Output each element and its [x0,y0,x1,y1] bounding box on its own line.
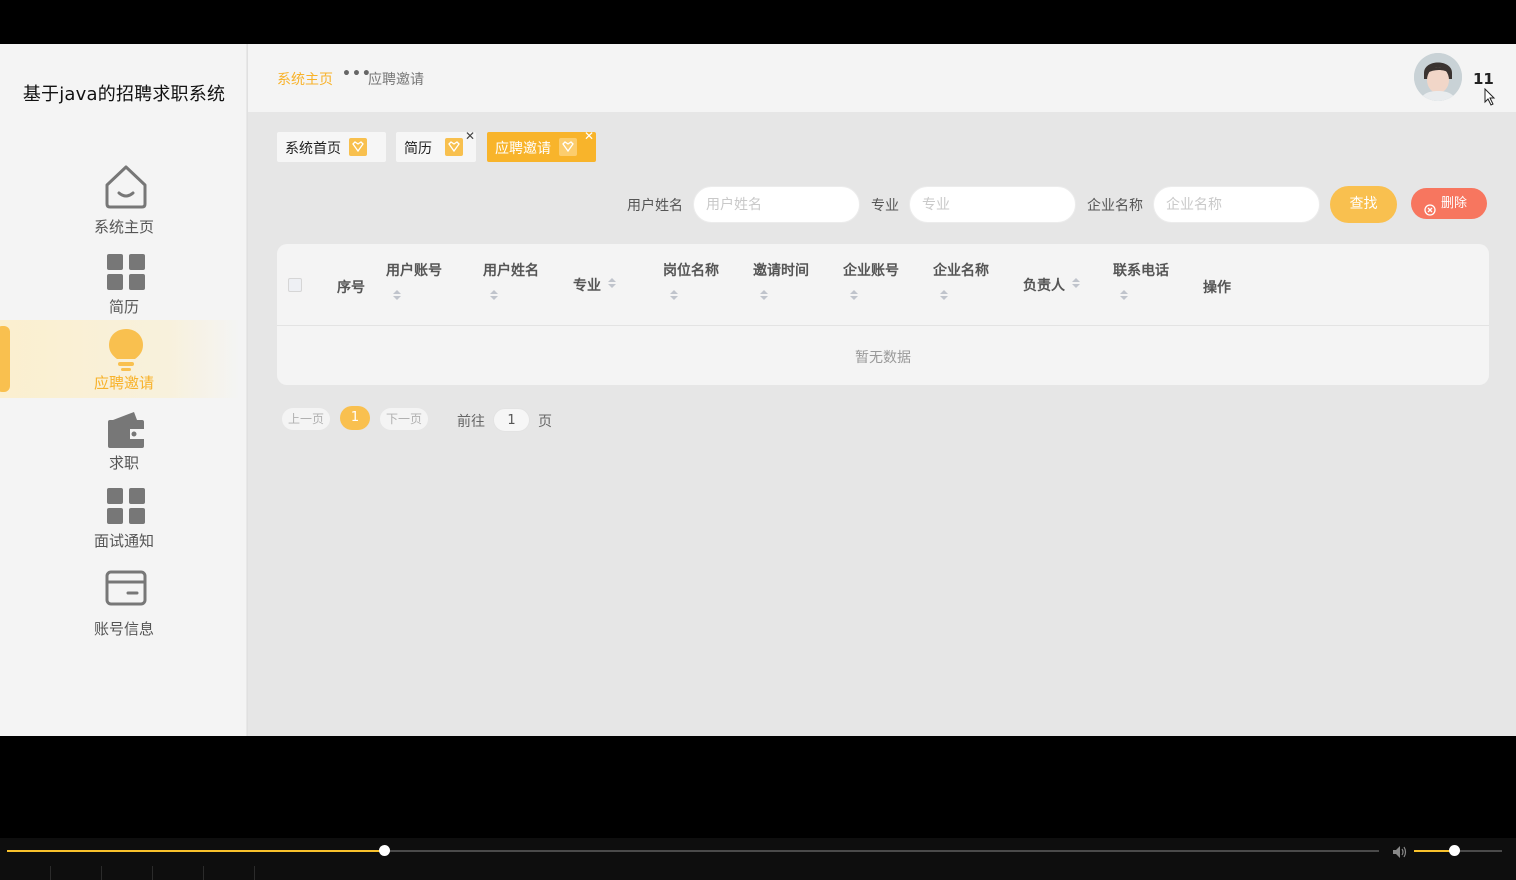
search-button[interactable]: 查找 [1330,186,1397,223]
delete-button-label: 删除 [1441,196,1468,211]
grid-icon [104,252,148,300]
heart-badge-icon [559,138,577,156]
close-icon[interactable]: ✕ [584,129,594,143]
seek-bar-handle[interactable] [379,845,391,856]
mouse-cursor-icon [1484,87,1496,110]
sort-icon[interactable] [670,290,678,302]
volume-level [1414,850,1454,852]
breadcrumb-home[interactable]: 系统主页 [277,69,333,89]
tab-label: 简历 [404,141,432,157]
volume-handle[interactable] [1448,845,1460,856]
sort-icon[interactable] [393,290,401,302]
breadcrumb-current: 应聘邀请 [368,72,424,88]
sidebar-item-label: 求职 [108,454,139,472]
video-player-controls [0,838,1516,880]
divider [152,866,153,880]
tab-label: 应聘邀请 [495,141,551,157]
select-all-checkbox[interactable] [288,278,302,292]
heart-badge-icon [445,138,463,156]
lightbulb-icon [104,327,148,375]
sidebar-item-label: 账号信息 [93,620,154,638]
sidebar-item-label: 面试通知 [93,532,154,550]
heart-badge-icon [349,138,367,156]
major-search-input[interactable] [909,186,1076,223]
sort-icon[interactable] [490,290,498,302]
goto-label: 前往 [457,414,485,430]
seek-bar-progress [7,850,385,852]
volume-slider[interactable] [1414,845,1502,856]
sort-icon[interactable] [760,290,768,302]
volume-icon[interactable] [1392,844,1408,863]
search-label-company: 企业名称 [1087,198,1143,214]
sidebar-item-account-info[interactable]: 账号信息 [0,566,240,644]
avatar[interactable] [1414,53,1462,101]
goto-page-input[interactable] [493,408,530,432]
next-page-button[interactable]: 下一页 [380,408,428,430]
sidebar-item-label: 应聘邀请 [93,374,154,392]
sidebar-item-label: 简历 [108,298,139,316]
sidebar-item-invitations[interactable]: 应聘邀请 [0,320,240,398]
data-table: 序号 用户账号 用户姓名 专业 岗位名称 邀请时间 企业账号 企业名称 负责人 … [277,244,1489,385]
company-search-input[interactable] [1153,186,1320,223]
sidebar-item-resume[interactable]: 简历 [0,250,240,328]
sort-icon[interactable] [940,290,948,302]
username-search-input[interactable] [693,186,860,223]
sidebar-item-job-search[interactable]: 求职 [0,406,240,484]
prev-page-button[interactable]: 上一页 [282,408,330,430]
column-header[interactable]: 用户账号 [386,260,442,280]
app-window: 基于java的招聘求职系统 系统主页 简历 应聘邀请 求职 面试通知 账号信息 … [0,44,1516,736]
sort-icon[interactable] [850,290,858,302]
column-header[interactable]: 企业名称 [933,260,989,280]
delete-circle-icon [1424,197,1436,228]
user-name[interactable]: 11 [1473,70,1494,88]
seek-bar[interactable] [7,845,1379,856]
sort-icon[interactable] [1120,290,1128,302]
column-header[interactable]: 负责人 [1023,275,1065,295]
sort-icon[interactable] [1072,278,1080,290]
page-suffix-label: 页 [538,414,552,430]
wallet-icon [104,408,148,456]
column-header[interactable]: 岗位名称 [663,260,719,280]
card-icon [104,568,148,616]
divider [50,866,51,880]
tab-home[interactable]: 系统首页 [277,132,386,162]
sort-icon[interactable] [608,278,616,290]
sidebar-item-interview-notice[interactable]: 面试通知 [0,484,240,562]
app-title: 基于java的招聘求职系统 [22,84,226,105]
sidebar: 基于java的招聘求职系统 系统主页 简历 应聘邀请 求职 面试通知 账号信息 [0,44,248,736]
column-header: 序号 [337,280,365,296]
table-header: 序号 用户账号 用户姓名 专业 岗位名称 邀请时间 企业账号 企业名称 负责人 … [277,244,1489,326]
home-icon [104,162,148,210]
empty-state-text: 暂无数据 [855,350,911,366]
grid-icon [104,486,148,534]
column-header[interactable]: 邀请时间 [753,260,809,280]
tab-resume[interactable]: 简历 ✕ [396,129,476,162]
tab-label: 系统首页 [285,141,341,157]
search-label-major: 专业 [871,198,899,214]
sidebar-item-home[interactable]: 系统主页 [0,162,240,240]
column-header[interactable]: 用户姓名 [483,260,539,280]
close-icon[interactable]: ✕ [465,129,475,143]
top-bar: 系统主页 ••• 应聘邀请 11 [248,44,1516,112]
page-number-current[interactable]: 1 [340,406,370,430]
delete-button[interactable]: 删除 [1411,188,1487,219]
search-label-username: 用户姓名 [627,198,683,214]
column-header[interactable]: 联系电话 [1113,260,1169,280]
column-header[interactable]: 专业 [573,275,601,295]
divider [101,866,102,880]
sidebar-item-label: 系统主页 [93,218,154,236]
divider [203,866,204,880]
divider [254,866,255,880]
column-header: 操作 [1203,280,1231,296]
tab-invitations[interactable]: 应聘邀请 ✕ [487,129,596,162]
column-header[interactable]: 企业账号 [843,260,899,280]
